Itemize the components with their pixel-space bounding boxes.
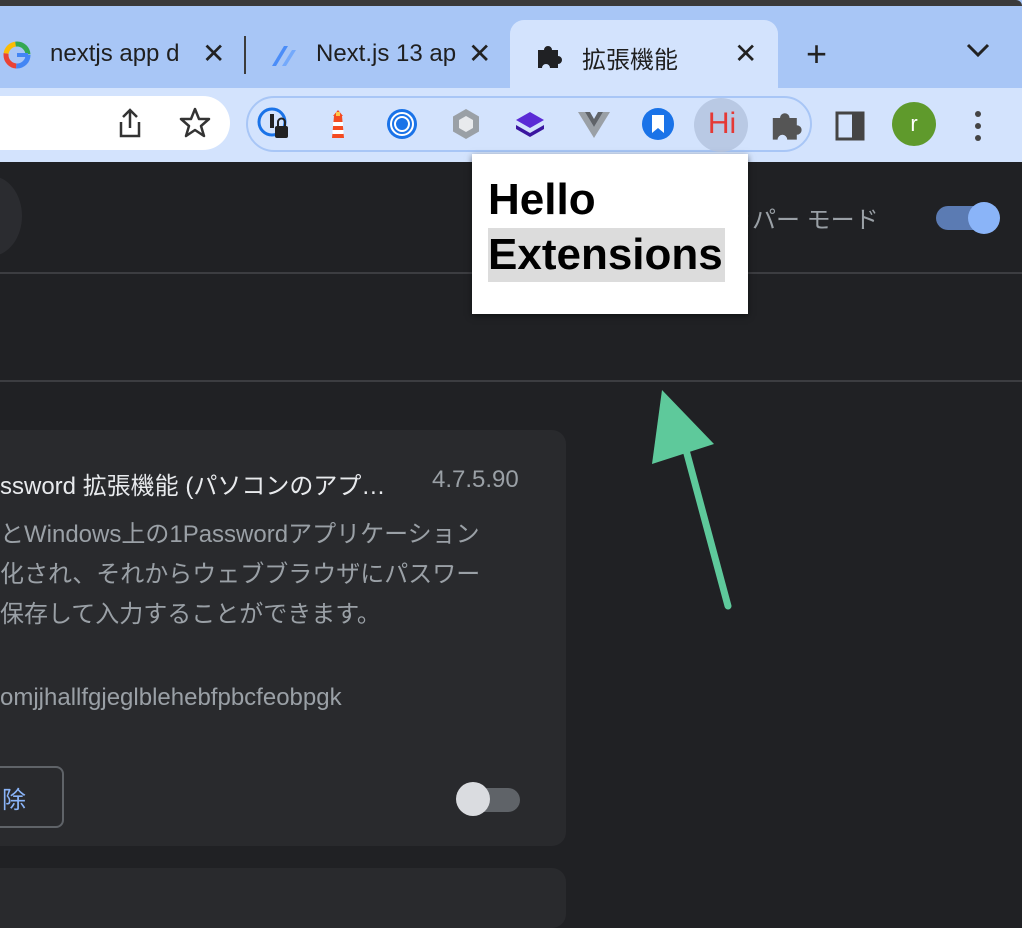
popup-heading-line2: Extensions (488, 228, 725, 282)
toggle-knob (968, 202, 1000, 234)
star-bookmark-icon[interactable] (178, 106, 212, 140)
extension-card (0, 868, 566, 928)
annotation-arrow-icon (652, 390, 732, 610)
puzzle-icon (538, 46, 562, 68)
divider (0, 380, 1022, 382)
remove-button-label: 除 (2, 786, 26, 814)
close-icon[interactable]: ✕ (734, 40, 757, 68)
popup-heading-line1: Hello (488, 175, 596, 224)
tab-separator (244, 36, 246, 74)
layers-icon[interactable] (512, 106, 548, 142)
toggle-knob (456, 782, 490, 816)
remove-button[interactable]: 除 (0, 766, 64, 828)
extension-description-line: とWindows上の1Passwordアプリケーション (0, 521, 480, 548)
hexagon-icon[interactable] (448, 106, 484, 142)
tab-title: 拡張機能 (582, 47, 678, 74)
more-menu-icon[interactable] (966, 108, 990, 144)
side-panel-icon[interactable] (834, 110, 866, 142)
developer-mode-toggle[interactable] (936, 202, 1000, 234)
nextjs-blog-icon (272, 46, 296, 66)
hi-icon[interactable]: Hi (704, 106, 740, 142)
vue-devtools-icon[interactable] (576, 106, 612, 142)
google-icon (3, 41, 31, 69)
new-tab-plus-icon[interactable]: + (806, 36, 827, 72)
close-icon[interactable]: ✕ (202, 40, 225, 68)
tab-nextjs-blog[interactable]: Next.js 13 ap ✕ (248, 20, 508, 88)
share-icon[interactable] (114, 106, 146, 140)
1password-icon[interactable] (256, 106, 292, 142)
chevron-down-icon[interactable] (964, 40, 992, 60)
window-frame-edge (0, 0, 1022, 6)
bookmark-icon[interactable] (640, 106, 676, 142)
header-search-button[interactable] (0, 176, 22, 256)
tab-google-search[interactable]: nextjs app d ✕ (0, 20, 240, 88)
extensions-puzzle-icon[interactable] (768, 106, 804, 142)
close-icon[interactable]: ✕ (468, 40, 491, 68)
extension-version: 4.7.5.90 (432, 466, 519, 493)
extension-description-line: 保存して入力することができます。 (0, 601, 381, 628)
developer-mode-label: ッパー モード (728, 207, 879, 234)
extension-enable-toggle[interactable] (456, 782, 522, 816)
extension-popup: Hello Extensions (472, 154, 748, 314)
extension-name: ssword 拡張機能 (パソコンのアプ… (0, 473, 386, 500)
lighthouse-icon[interactable] (320, 106, 356, 142)
tab-title: Next.js 13 ap (316, 40, 456, 67)
tab-extensions[interactable]: 拡張機能 ✕ (510, 20, 778, 88)
extension-id: omjjhallfgjeglblehebfpbcfeobpgk (0, 684, 342, 711)
avatar[interactable]: r (892, 102, 936, 146)
tab-strip: nextjs app d ✕ Next.js 13 ap ✕ 拡張機能 ✕ + (0, 0, 1022, 88)
circle-target-icon[interactable] (384, 106, 420, 142)
address-bar[interactable] (0, 96, 230, 150)
tab-title: nextjs app d (50, 40, 180, 67)
toolbar: Hi (0, 88, 1022, 162)
extension-description-line: 化され、それからウェブブラウザにパスワー (0, 561, 481, 588)
